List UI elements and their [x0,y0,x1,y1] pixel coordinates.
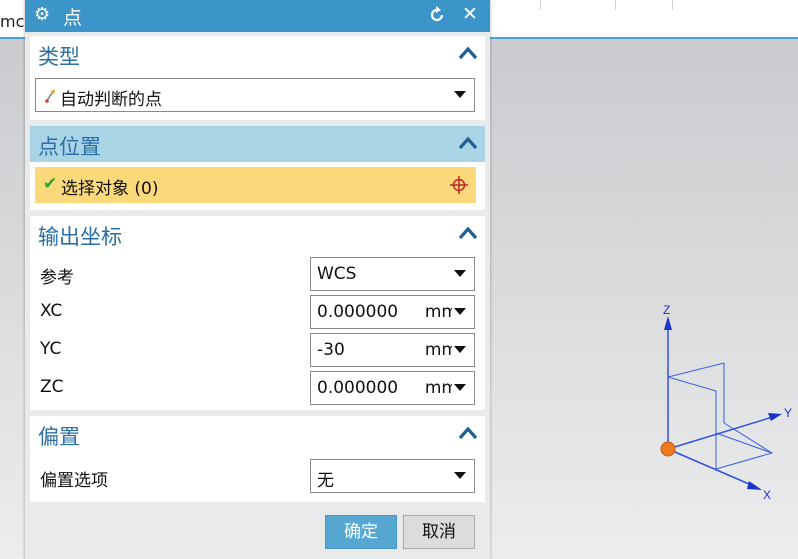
crosshair-icon [450,176,468,194]
dropdown-arrow-icon[interactable] [454,91,466,98]
offset-option-dropdown[interactable]: 无 [310,459,475,493]
toolbar-separator [672,0,673,10]
chevron-up-icon[interactable] [458,136,478,150]
select-object-row[interactable]: ✔ 选择对象 (0) [35,167,443,203]
y-axis-label: Y [784,406,792,420]
section-offset: 偏置 偏置选项 无 [30,416,485,502]
xc-input[interactable]: 0.000000 mm [310,295,475,329]
dropdown-arrow-icon[interactable] [454,472,466,479]
zc-unit: mm [424,378,452,398]
reset-icon[interactable] [427,5,447,25]
chevron-up-icon[interactable] [458,226,478,240]
z-axis-label: Z [663,303,670,317]
z-axis-arrow-icon[interactable] [664,316,672,330]
section-output-coordinates: 输出坐标 参考 WCS XC 0.000000 mm YC -30 mm ZC … [30,216,485,410]
app-tab-text[interactable]: mc [0,12,24,31]
section-point-location-title: 点位置 [38,135,101,159]
x-axis-arrow-icon[interactable] [747,481,762,490]
y-axis-arrow-icon[interactable] [768,413,782,421]
toolbar-separator [540,0,541,10]
zc-label: ZC [40,377,64,397]
y-axis-line [667,415,777,450]
section-output-coordinates-title: 输出坐标 [38,225,122,249]
section-type-header[interactable]: 类型 [30,36,485,72]
sketch-planes [667,362,774,470]
x-axis-line [667,448,757,488]
section-offset-header[interactable]: 偏置 [30,416,485,452]
unit-dropdown-arrow-icon[interactable] [454,308,466,315]
section-offset-title: 偏置 [38,425,80,449]
reference-value: WCS [317,264,357,284]
xc-value: 0.000000 [317,302,399,322]
unit-dropdown-arrow-icon[interactable] [454,384,466,391]
close-icon[interactable]: ✕ [462,3,478,25]
zc-value: 0.000000 [317,378,399,398]
dropdown-arrow-icon[interactable] [454,270,466,277]
chevron-up-icon[interactable] [458,46,478,60]
chevron-up-icon[interactable] [458,426,478,440]
ok-button[interactable]: 确定 [325,515,397,549]
point-type-dropdown[interactable]: 自动判断的点 [35,78,475,112]
section-type-title: 类型 [38,45,80,69]
section-output-coordinates-header[interactable]: 输出坐标 [30,216,485,252]
x-axis-label: X [763,488,771,502]
reference-dropdown[interactable]: WCS [310,257,475,291]
reference-label: 参考 [40,268,74,288]
origin-point-icon[interactable] [660,441,676,457]
check-icon: ✔ [43,174,58,194]
dialog-titlebar[interactable]: ⚙ 点 ✕ [25,0,490,32]
select-object-label: 选择对象 (0) [61,179,159,199]
cancel-button[interactable]: 取消 [403,515,475,549]
yc-value: -30 [317,340,345,360]
section-point-location-header[interactable]: 点位置 [30,126,485,162]
point-type-value: 自动判断的点 [60,90,162,110]
xc-label: XC [40,301,63,321]
inferred-point-icon [45,89,55,103]
yc-input[interactable]: -30 mm [310,333,475,367]
zc-input[interactable]: 0.000000 mm [310,371,475,405]
unit-dropdown-arrow-icon[interactable] [454,346,466,353]
offset-option-value: 无 [317,471,334,491]
point-dialog-button[interactable] [442,167,476,203]
yc-unit: mm [424,340,452,360]
point-dialog: ⚙ 点 ✕ 类型 自动判断的点 点位置 ✔ 选择对象 (0) 输出坐标 参考 W… [25,0,490,559]
gear-icon[interactable]: ⚙ [34,4,50,25]
dialog-title: 点 [63,7,83,29]
yc-label: YC [40,339,62,359]
xc-unit: mm [424,302,452,322]
toolbar-separator [615,0,616,10]
offset-option-label: 偏置选项 [40,471,108,491]
section-type: 类型 自动判断的点 [30,36,485,120]
